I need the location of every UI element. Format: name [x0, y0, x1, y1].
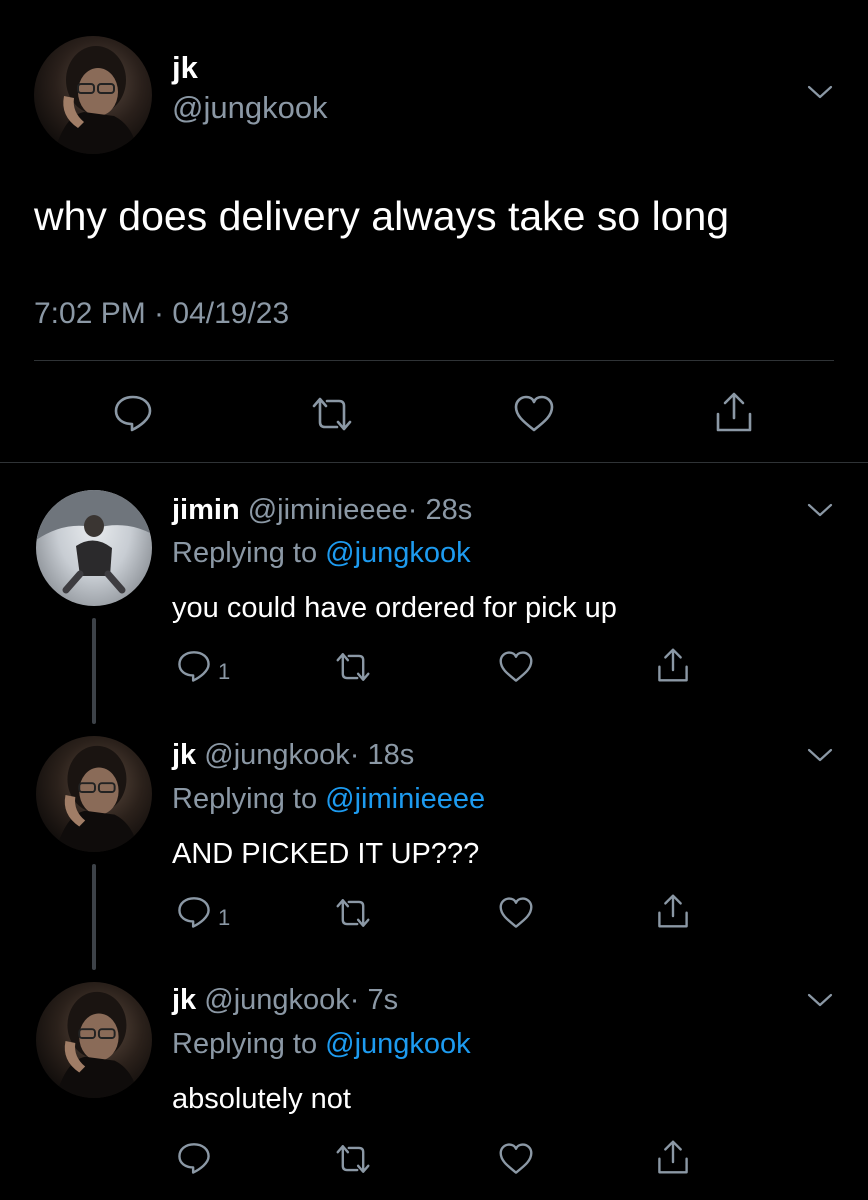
author-name[interactable]: jk — [172, 739, 196, 771]
avatar-photo — [55, 991, 139, 1098]
avatar[interactable] — [36, 982, 152, 1098]
tweet-text: why does delivery always take so long — [34, 193, 730, 239]
heart-icon — [499, 897, 533, 928]
reply-button[interactable]: 1 — [176, 894, 230, 930]
retweet-button[interactable] — [334, 650, 372, 684]
avatar-photo — [36, 490, 152, 594]
like-button[interactable] — [497, 650, 535, 684]
chevron-down-icon[interactable] — [806, 78, 834, 106]
share-button[interactable] — [714, 390, 754, 434]
reply-button[interactable] — [112, 392, 154, 434]
reply-header: jk @jungkook· 7s — [172, 982, 398, 1018]
replying-to: Replying to @jungkook — [172, 535, 471, 571]
retweet-button[interactable] — [310, 394, 354, 434]
heart-icon — [499, 1143, 533, 1174]
share-button[interactable] — [656, 646, 690, 684]
author-name[interactable]: jk — [172, 984, 196, 1016]
avatar[interactable] — [36, 736, 152, 852]
reply-icon — [178, 897, 210, 928]
section-divider — [0, 462, 868, 463]
thread-line — [92, 864, 96, 970]
retweet-icon — [336, 1145, 370, 1173]
replying-prefix: Replying to — [172, 783, 326, 815]
mention-link[interactable]: @jiminieeee — [325, 783, 485, 815]
retweet-icon — [336, 899, 370, 927]
like-button[interactable] — [512, 394, 556, 434]
heart-icon — [499, 651, 533, 682]
author-handle[interactable]: @jungkook — [204, 984, 350, 1016]
reply-button[interactable]: 1 — [176, 648, 230, 684]
like-button[interactable] — [497, 1142, 535, 1176]
share-icon — [658, 648, 688, 682]
reply-text: absolutely not — [172, 1083, 351, 1115]
retweet-icon — [312, 397, 352, 431]
tweet-timestamp[interactable]: 7:02 PM · 04/19/23 — [34, 296, 289, 332]
replying-to: Replying to @jiminieeee — [172, 781, 485, 817]
avatar[interactable] — [36, 490, 152, 606]
author-handle[interactable]: @jiminieeee — [248, 494, 408, 526]
like-button[interactable] — [497, 896, 535, 930]
share-icon — [658, 1140, 688, 1174]
tweet-age: · 18s — [349, 739, 415, 771]
replying-prefix: Replying to — [172, 537, 326, 569]
share-icon — [658, 894, 688, 928]
reply-header: jk @jungkook· 18s — [172, 737, 414, 773]
chevron-down-icon[interactable] — [806, 741, 834, 769]
reply-button[interactable] — [176, 1140, 218, 1176]
heart-icon — [514, 395, 554, 432]
author-handle[interactable]: @jungkook — [204, 739, 350, 771]
reply-header: jimin @jiminieeee· 28s — [172, 492, 472, 528]
retweet-icon — [336, 653, 370, 681]
author-name[interactable]: jk — [172, 50, 198, 86]
chevron-down-icon[interactable] — [806, 496, 834, 524]
reply-icon — [114, 395, 152, 432]
share-button[interactable] — [656, 1138, 690, 1176]
tweet-age: · 7s — [349, 984, 399, 1016]
thread-line — [92, 618, 96, 724]
reply-icon — [178, 1143, 210, 1174]
share-button[interactable] — [656, 892, 690, 930]
reply-count: 1 — [218, 905, 231, 930]
reply-text: you could have ordered for pick up — [172, 592, 617, 624]
replying-prefix: Replying to — [172, 1028, 326, 1060]
reply-icon — [178, 651, 210, 682]
tweet-age: · 28s — [407, 494, 473, 526]
reply-text: AND PICKED IT UP??? — [172, 838, 480, 870]
share-icon — [716, 392, 752, 432]
chevron-down-icon[interactable] — [806, 986, 834, 1014]
author-name[interactable]: jimin — [172, 494, 240, 526]
author-handle[interactable]: @jungkook — [172, 90, 328, 126]
retweet-button[interactable] — [334, 896, 372, 930]
mention-link[interactable]: @jungkook — [325, 537, 471, 569]
replying-to: Replying to @jungkook — [172, 1026, 471, 1062]
avatar[interactable] — [34, 36, 152, 154]
retweet-button[interactable] — [334, 1142, 372, 1176]
avatar-photo — [54, 46, 138, 154]
avatar-photo — [55, 745, 139, 852]
divider — [34, 360, 834, 361]
mention-link[interactable]: @jungkook — [325, 1028, 471, 1060]
reply-count: 1 — [218, 659, 231, 684]
